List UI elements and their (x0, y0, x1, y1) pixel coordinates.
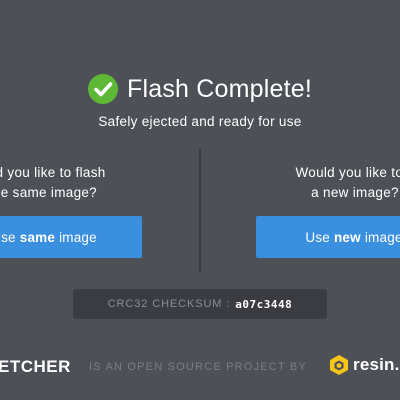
use-new-image-suffix: image (364, 229, 400, 245)
resin-company-name: resin.i (353, 355, 400, 374)
use-new-image-prefix: Use (305, 229, 330, 245)
flash-new-question: Would you like to fl a new image? (255, 163, 400, 203)
checksum-label: CRC32 CHECKSUM : (107, 298, 231, 310)
use-same-image-button[interactable]: Use same image (0, 216, 142, 258)
flash-new-question-line1: Would you like to fl (295, 165, 400, 180)
flash-complete-screen: Flash Complete! Safely ejected and ready… (0, 0, 400, 400)
etcher-logo[interactable]: ETCHER (0, 357, 71, 377)
use-new-image-button[interactable]: Use new image (256, 216, 400, 258)
flash-same-question: uld you like to flash he same image? (0, 163, 145, 203)
flash-same-panel: uld you like to flash he same image? Use… (0, 163, 145, 258)
page-title: Flash Complete! (126, 74, 313, 103)
flash-new-question-line2: a new image? (311, 185, 399, 200)
checksum-value: a07c3448 (235, 297, 293, 311)
resin-cube-icon (330, 355, 348, 375)
checksum-box: CRC32 CHECKSUM : a07c3448 (73, 289, 327, 319)
footer-tagline: IS AN OPEN SOURCE PROJECT BY (89, 361, 307, 373)
use-same-image-bold: same (19, 229, 56, 245)
status-subtitle: Safely ejected and ready for use (98, 114, 302, 129)
check-circle-icon (87, 74, 118, 104)
footer: ETCHER IS AN OPEN SOURCE PROJECT BY resi… (0, 352, 400, 382)
flash-same-question-line2: he same image? (0, 185, 97, 200)
flash-same-question-line1: uld you like to flash (0, 165, 106, 180)
flash-new-panel: Would you like to fl a new image? Use ne… (255, 163, 400, 258)
panel-divider (199, 148, 201, 272)
use-new-image-bold: new (333, 229, 361, 245)
use-same-image-prefix: Use (0, 229, 16, 245)
use-same-image-suffix: image (59, 229, 97, 245)
resin-logo[interactable]: resin.i (329, 354, 400, 376)
title-row: Flash Complete! (0, 71, 400, 107)
